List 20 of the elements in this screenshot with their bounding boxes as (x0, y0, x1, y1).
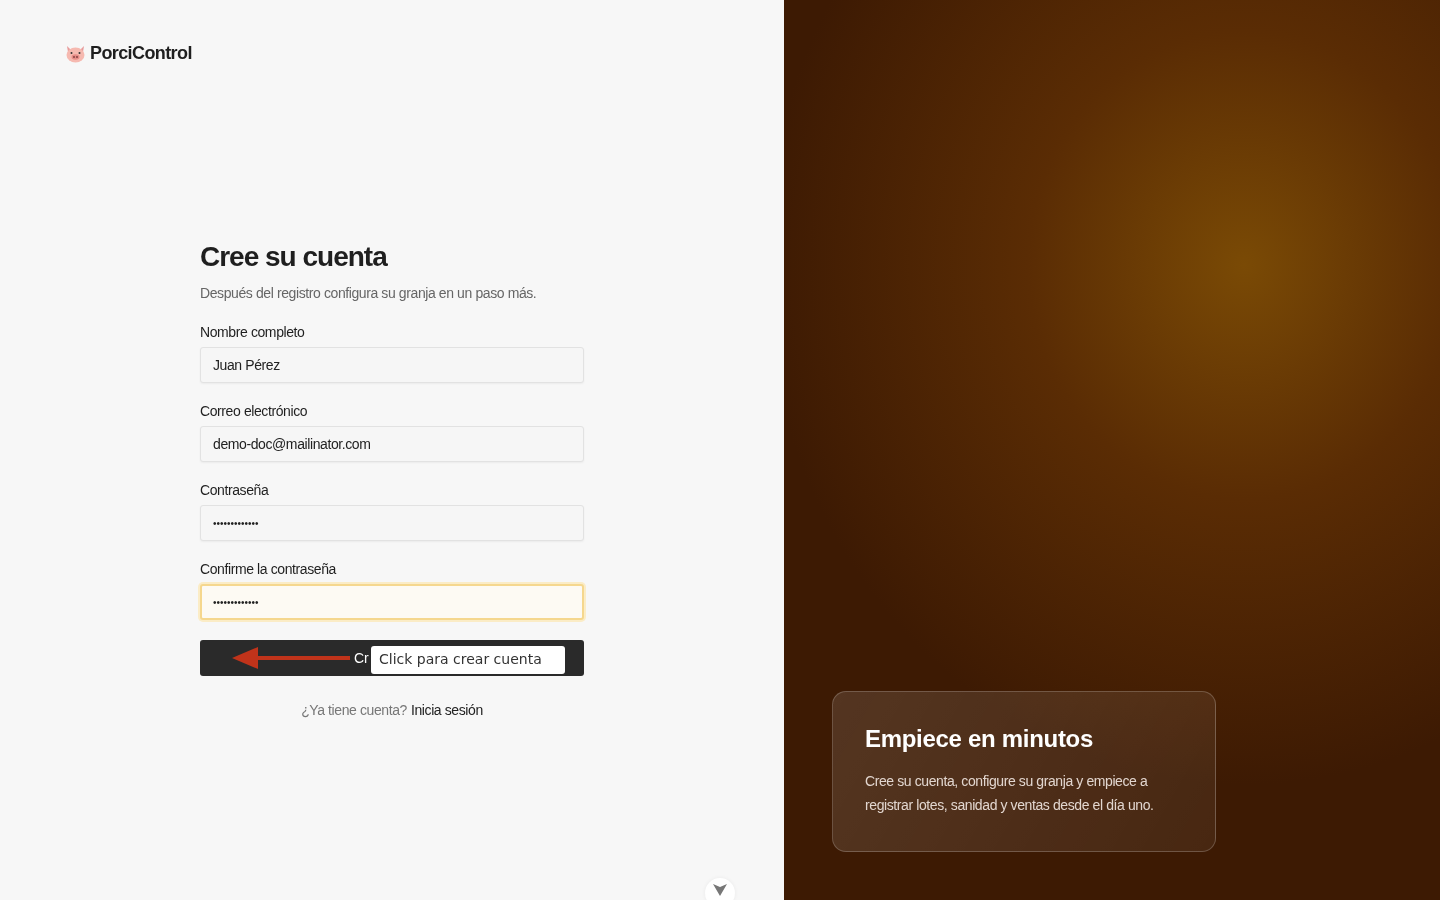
password-field[interactable]: ••••••••••••• (200, 584, 584, 620)
tooltip: Click para crear cuenta (371, 646, 565, 674)
password-field[interactable]: ••••••••••••• (200, 505, 584, 541)
field-label: Contraseña (200, 482, 269, 498)
account-prompt: ¿Ya tiene cuenta? (301, 702, 407, 718)
card-text: Cree su cuenta, configure su granja y empiece a registrar lotes, sanidad y ventas desde el día uno. (865, 772, 1155, 815)
form-subtitle: Después del registro configura su granja en un paso más. (200, 285, 538, 301)
brand-name: PorciControl (90, 43, 192, 64)
sign-in-link[interactable]: Inicia sesión (410, 702, 483, 718)
arrow-icon (232, 646, 350, 670)
field-label: Confirme la contraseña (200, 561, 336, 577)
input-field[interactable]: Juan Pérez (200, 347, 584, 383)
scroll-down-button[interactable] (705, 878, 735, 900)
chevron-down-icon (713, 884, 727, 896)
input-field[interactable]: demo-doc@mailinator.com (200, 426, 584, 462)
pig-icon (65, 44, 86, 63)
field-label: Nombre completo (200, 324, 305, 340)
card-title: Empiece en minutos (865, 725, 1094, 753)
field-label: Correo electrónico (200, 403, 308, 419)
form-title: Cree su cuenta (200, 241, 389, 273)
